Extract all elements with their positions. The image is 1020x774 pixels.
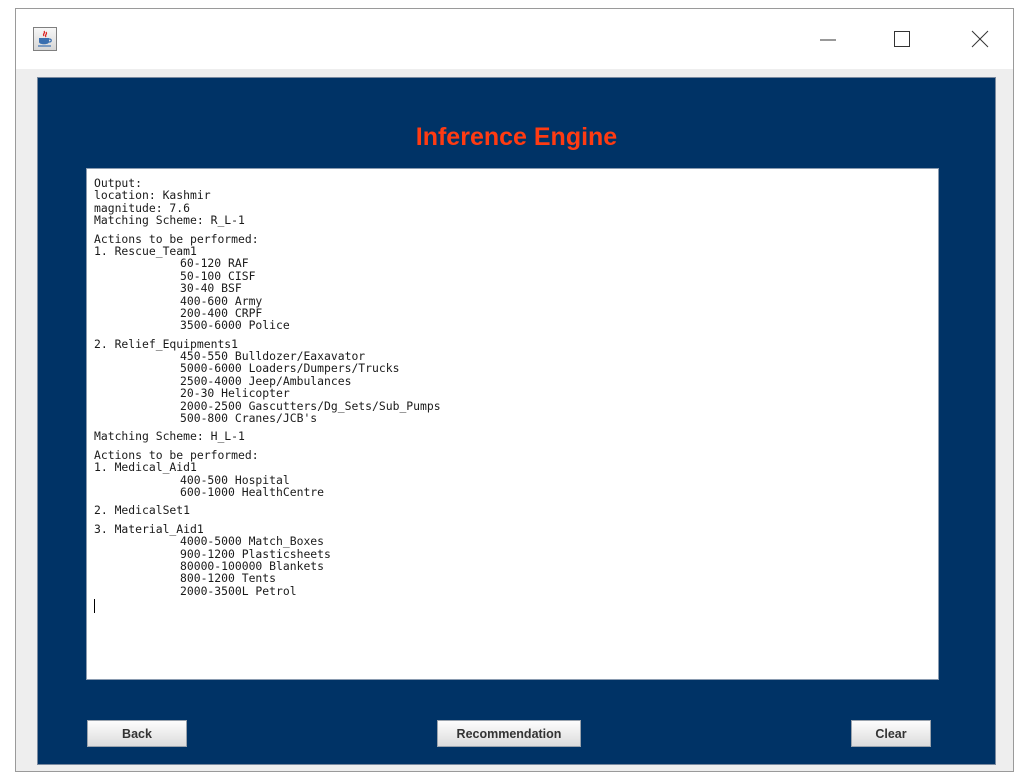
maximize-button[interactable] xyxy=(877,19,927,59)
output-text-area[interactable]: Output: location: Kashmir magnitude: 7.6… xyxy=(86,168,939,680)
maximize-icon xyxy=(894,31,910,47)
output-line: location: Kashmir xyxy=(94,188,211,203)
output-line: Actions to be performed: xyxy=(94,447,259,462)
java-coffee-cup-icon[interactable] xyxy=(33,27,57,51)
output-line: 1. Medical_Aid1 xyxy=(94,460,197,475)
recommendation-button[interactable]: Recommendation xyxy=(437,720,581,747)
application-window: Inference Engine Output: location: Kashm… xyxy=(15,8,1014,772)
output-line: Output: xyxy=(94,176,143,190)
output-line: 500-800 Cranes/JCB's xyxy=(180,411,318,426)
output-line: 30-40 BSF xyxy=(180,281,242,296)
output-line: 600-1000 HealthCentre xyxy=(180,484,325,499)
output-line: Matching Scheme: H_L-1 xyxy=(94,429,245,444)
text-caret xyxy=(94,597,931,615)
output-line: Actions to be performed: xyxy=(94,231,259,246)
output-line: 20-30 Helicopter xyxy=(180,386,290,401)
close-button[interactable] xyxy=(955,19,1005,59)
output-line: 2. MedicalSet1 xyxy=(94,503,191,518)
minimize-icon xyxy=(820,39,836,41)
output-line: 3500-6000 Police xyxy=(180,318,290,333)
output-line: 800-1200 Tents xyxy=(180,571,277,586)
output-line: 4000-5000 Match_Boxes xyxy=(180,534,325,549)
page-title: Inference Engine xyxy=(415,123,618,151)
close-icon xyxy=(971,30,989,48)
output-line: 60-120 RAF xyxy=(180,256,249,271)
back-button[interactable]: Back xyxy=(87,720,187,747)
output-line: 2000-3500L Petrol xyxy=(180,583,297,598)
title-bar xyxy=(16,9,1013,69)
main-panel: Inference Engine Output: location: Kashm… xyxy=(37,77,996,765)
output-line: 5000-6000 Loaders/Dumpers/Trucks xyxy=(180,361,400,376)
minimize-button[interactable] xyxy=(803,19,853,59)
output-line: Matching Scheme: R_L-1 xyxy=(94,213,245,228)
clear-button[interactable]: Clear xyxy=(851,720,931,747)
